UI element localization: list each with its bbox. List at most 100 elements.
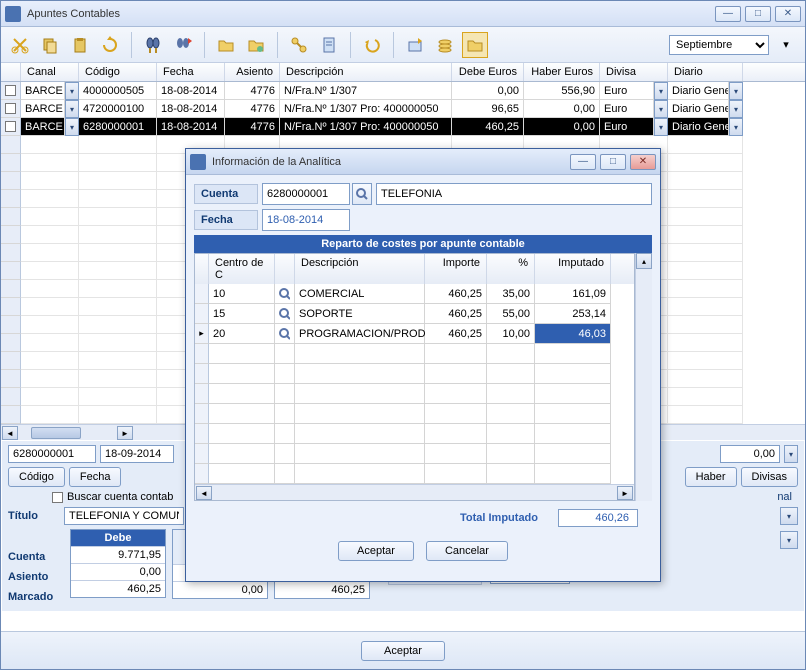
folder-open-icon[interactable] xyxy=(462,32,488,58)
col-asiento[interactable]: Asiento xyxy=(225,63,280,81)
col-divisa[interactable]: Divisa xyxy=(600,63,668,81)
undo-icon[interactable] xyxy=(359,32,385,58)
marcado-label: Marcado xyxy=(8,587,60,607)
asiento-debe-val: 0,00 xyxy=(71,563,165,580)
divisa-dropdown-icon[interactable]: ▾ xyxy=(654,118,668,136)
codigo-button[interactable]: Código xyxy=(8,467,65,487)
minimize-button[interactable]: — xyxy=(715,6,741,22)
col-diario[interactable]: Diario xyxy=(668,63,743,81)
footer: Aceptar xyxy=(1,631,805,669)
diario-dropdown-icon[interactable]: ▾ xyxy=(729,100,743,118)
col-descripcion[interactable]: Descripción xyxy=(280,63,452,81)
filter-fecha-input[interactable] xyxy=(100,445,174,463)
col-canal[interactable]: Canal xyxy=(21,63,79,81)
ag-h-scrollbar[interactable]: ◄ ► xyxy=(195,484,634,500)
modal-aceptar-button[interactable]: Aceptar xyxy=(338,541,414,561)
folder2-icon[interactable] xyxy=(243,32,269,58)
table-row[interactable]: BARCE▾ 6280000001 18-08-2014 4776 N/Fra.… xyxy=(1,118,805,136)
modal-fecha-label: Fecha xyxy=(194,210,258,230)
modal-cancelar-button[interactable]: Cancelar xyxy=(426,541,508,561)
col-debe[interactable]: Debe Euros xyxy=(452,63,524,81)
modal-cuenta-name[interactable]: TELEFONIA xyxy=(376,183,652,205)
copy-icon[interactable] xyxy=(37,32,63,58)
col-codigo[interactable]: Código xyxy=(79,63,157,81)
titulo-input[interactable] xyxy=(64,507,184,525)
fecha-button[interactable]: Fecha xyxy=(69,467,122,487)
modal-cuenta-input[interactable]: 6280000001 xyxy=(262,183,350,205)
canal-dropdown-icon[interactable]: ▾ xyxy=(65,118,79,136)
filter-codigo-input[interactable] xyxy=(8,445,96,463)
row-checkbox[interactable] xyxy=(5,85,16,96)
close-button[interactable]: ✕ xyxy=(775,6,801,22)
asiento-label: Asiento xyxy=(8,567,60,587)
modal-cuenta-label: Cuenta xyxy=(194,184,258,204)
col-fecha[interactable]: Fecha xyxy=(157,63,225,81)
ag-v-scrollbar[interactable]: ▴ xyxy=(635,253,652,501)
find-next-icon[interactable] xyxy=(170,32,196,58)
total-value: 460,26 xyxy=(558,509,638,527)
modal-maximize-button[interactable]: □ xyxy=(600,154,626,170)
col-haber[interactable]: Haber Euros xyxy=(524,63,600,81)
export-icon[interactable] xyxy=(402,32,428,58)
toolbar-dropdown-icon[interactable]: ▾ xyxy=(773,32,799,58)
cuenta-debe-val: 9.771,95 xyxy=(71,546,165,563)
titulo-label: Título xyxy=(8,510,60,522)
link-icon[interactable] xyxy=(286,32,312,58)
ag-col-pct[interactable]: % xyxy=(487,254,535,284)
cut-icon[interactable] xyxy=(7,32,33,58)
scroll-right-icon[interactable]: ► xyxy=(117,426,133,440)
doc-icon[interactable] xyxy=(316,32,342,58)
main-titlebar: Apuntes Contables — □ ✕ xyxy=(1,1,805,27)
divisa-dropdown-icon[interactable]: ▾ xyxy=(654,82,668,100)
ag-col-centro[interactable]: Centro de C xyxy=(209,254,275,284)
coins-icon[interactable] xyxy=(432,32,458,58)
lookup-icon[interactable] xyxy=(352,183,372,205)
month-select[interactable]: Septiembre xyxy=(669,35,769,55)
filter-right-input[interactable] xyxy=(720,445,780,463)
dropdown3-icon[interactable]: ▾ xyxy=(780,531,798,549)
divisas-button[interactable]: Divisas xyxy=(741,467,798,487)
scroll-left-icon[interactable]: ◄ xyxy=(2,426,18,440)
modal-fecha-input[interactable]: 18-08-2014 xyxy=(262,209,350,231)
row-checkbox[interactable] xyxy=(5,121,16,132)
nal-label: nal xyxy=(777,491,792,503)
main-toolbar: Septiembre ▾ xyxy=(1,27,805,63)
row-checkbox[interactable] xyxy=(5,103,16,114)
scroll-thumb[interactable] xyxy=(31,427,81,439)
modal-close-button[interactable]: ✕ xyxy=(630,154,656,170)
analytic-row[interactable]: 15 SOPORTE 460,25 55,00 253,14 xyxy=(195,304,634,324)
app-icon xyxy=(5,6,21,22)
maximize-button[interactable]: □ xyxy=(745,6,771,22)
ag-scroll-right-icon[interactable]: ► xyxy=(617,486,633,500)
canal-dropdown-icon[interactable]: ▾ xyxy=(65,82,79,100)
footer-aceptar-button[interactable]: Aceptar xyxy=(361,641,445,661)
canal-dropdown-icon[interactable]: ▾ xyxy=(65,100,79,118)
dropdown-icon[interactable]: ▾ xyxy=(784,445,798,463)
find-icon[interactable] xyxy=(140,32,166,58)
ag-col-desc[interactable]: Descripción xyxy=(295,254,425,284)
ag-col-importe[interactable]: Importe xyxy=(425,254,487,284)
analytic-modal: Información de la Analítica — □ ✕ Cuenta… xyxy=(185,148,661,582)
divisa-dropdown-icon[interactable]: ▾ xyxy=(654,100,668,118)
ag-scroll-up-icon[interactable]: ▴ xyxy=(636,253,652,269)
marcado-debe-val: 460,25 xyxy=(71,580,165,597)
diario-dropdown-icon[interactable]: ▾ xyxy=(729,82,743,100)
ag-scroll-left-icon[interactable]: ◄ xyxy=(196,486,212,500)
table-row[interactable]: BARCE▾ 4000000505 18-08-2014 4776 N/Fra.… xyxy=(1,82,805,100)
app-title: Apuntes Contables xyxy=(27,8,715,20)
folder1-icon[interactable] xyxy=(213,32,239,58)
haber-button[interactable]: Haber xyxy=(685,467,737,487)
dropdown2-icon[interactable]: ▾ xyxy=(780,507,798,525)
ag-col-imputado[interactable]: Imputado xyxy=(535,254,611,284)
analytic-row[interactable]: 10 COMERCIAL 460,25 35,00 161,09 xyxy=(195,284,634,304)
table-row[interactable]: BARCE▾ 4720000100 18-08-2014 4776 N/Fra.… xyxy=(1,100,805,118)
diario-dropdown-icon[interactable]: ▾ xyxy=(729,118,743,136)
refresh-icon[interactable] xyxy=(97,32,123,58)
marcado-c2-val: 0,00 xyxy=(173,581,267,598)
total-label: Total Imputado xyxy=(460,512,538,524)
buscar-checkbox[interactable] xyxy=(52,492,63,503)
paste-icon[interactable] xyxy=(67,32,93,58)
analytic-row[interactable]: ▸ 20 PROGRAMACION/PRODUC 460,25 10,00 46… xyxy=(195,324,634,344)
modal-minimize-button[interactable]: — xyxy=(570,154,596,170)
cuenta-label: Cuenta xyxy=(8,547,60,567)
